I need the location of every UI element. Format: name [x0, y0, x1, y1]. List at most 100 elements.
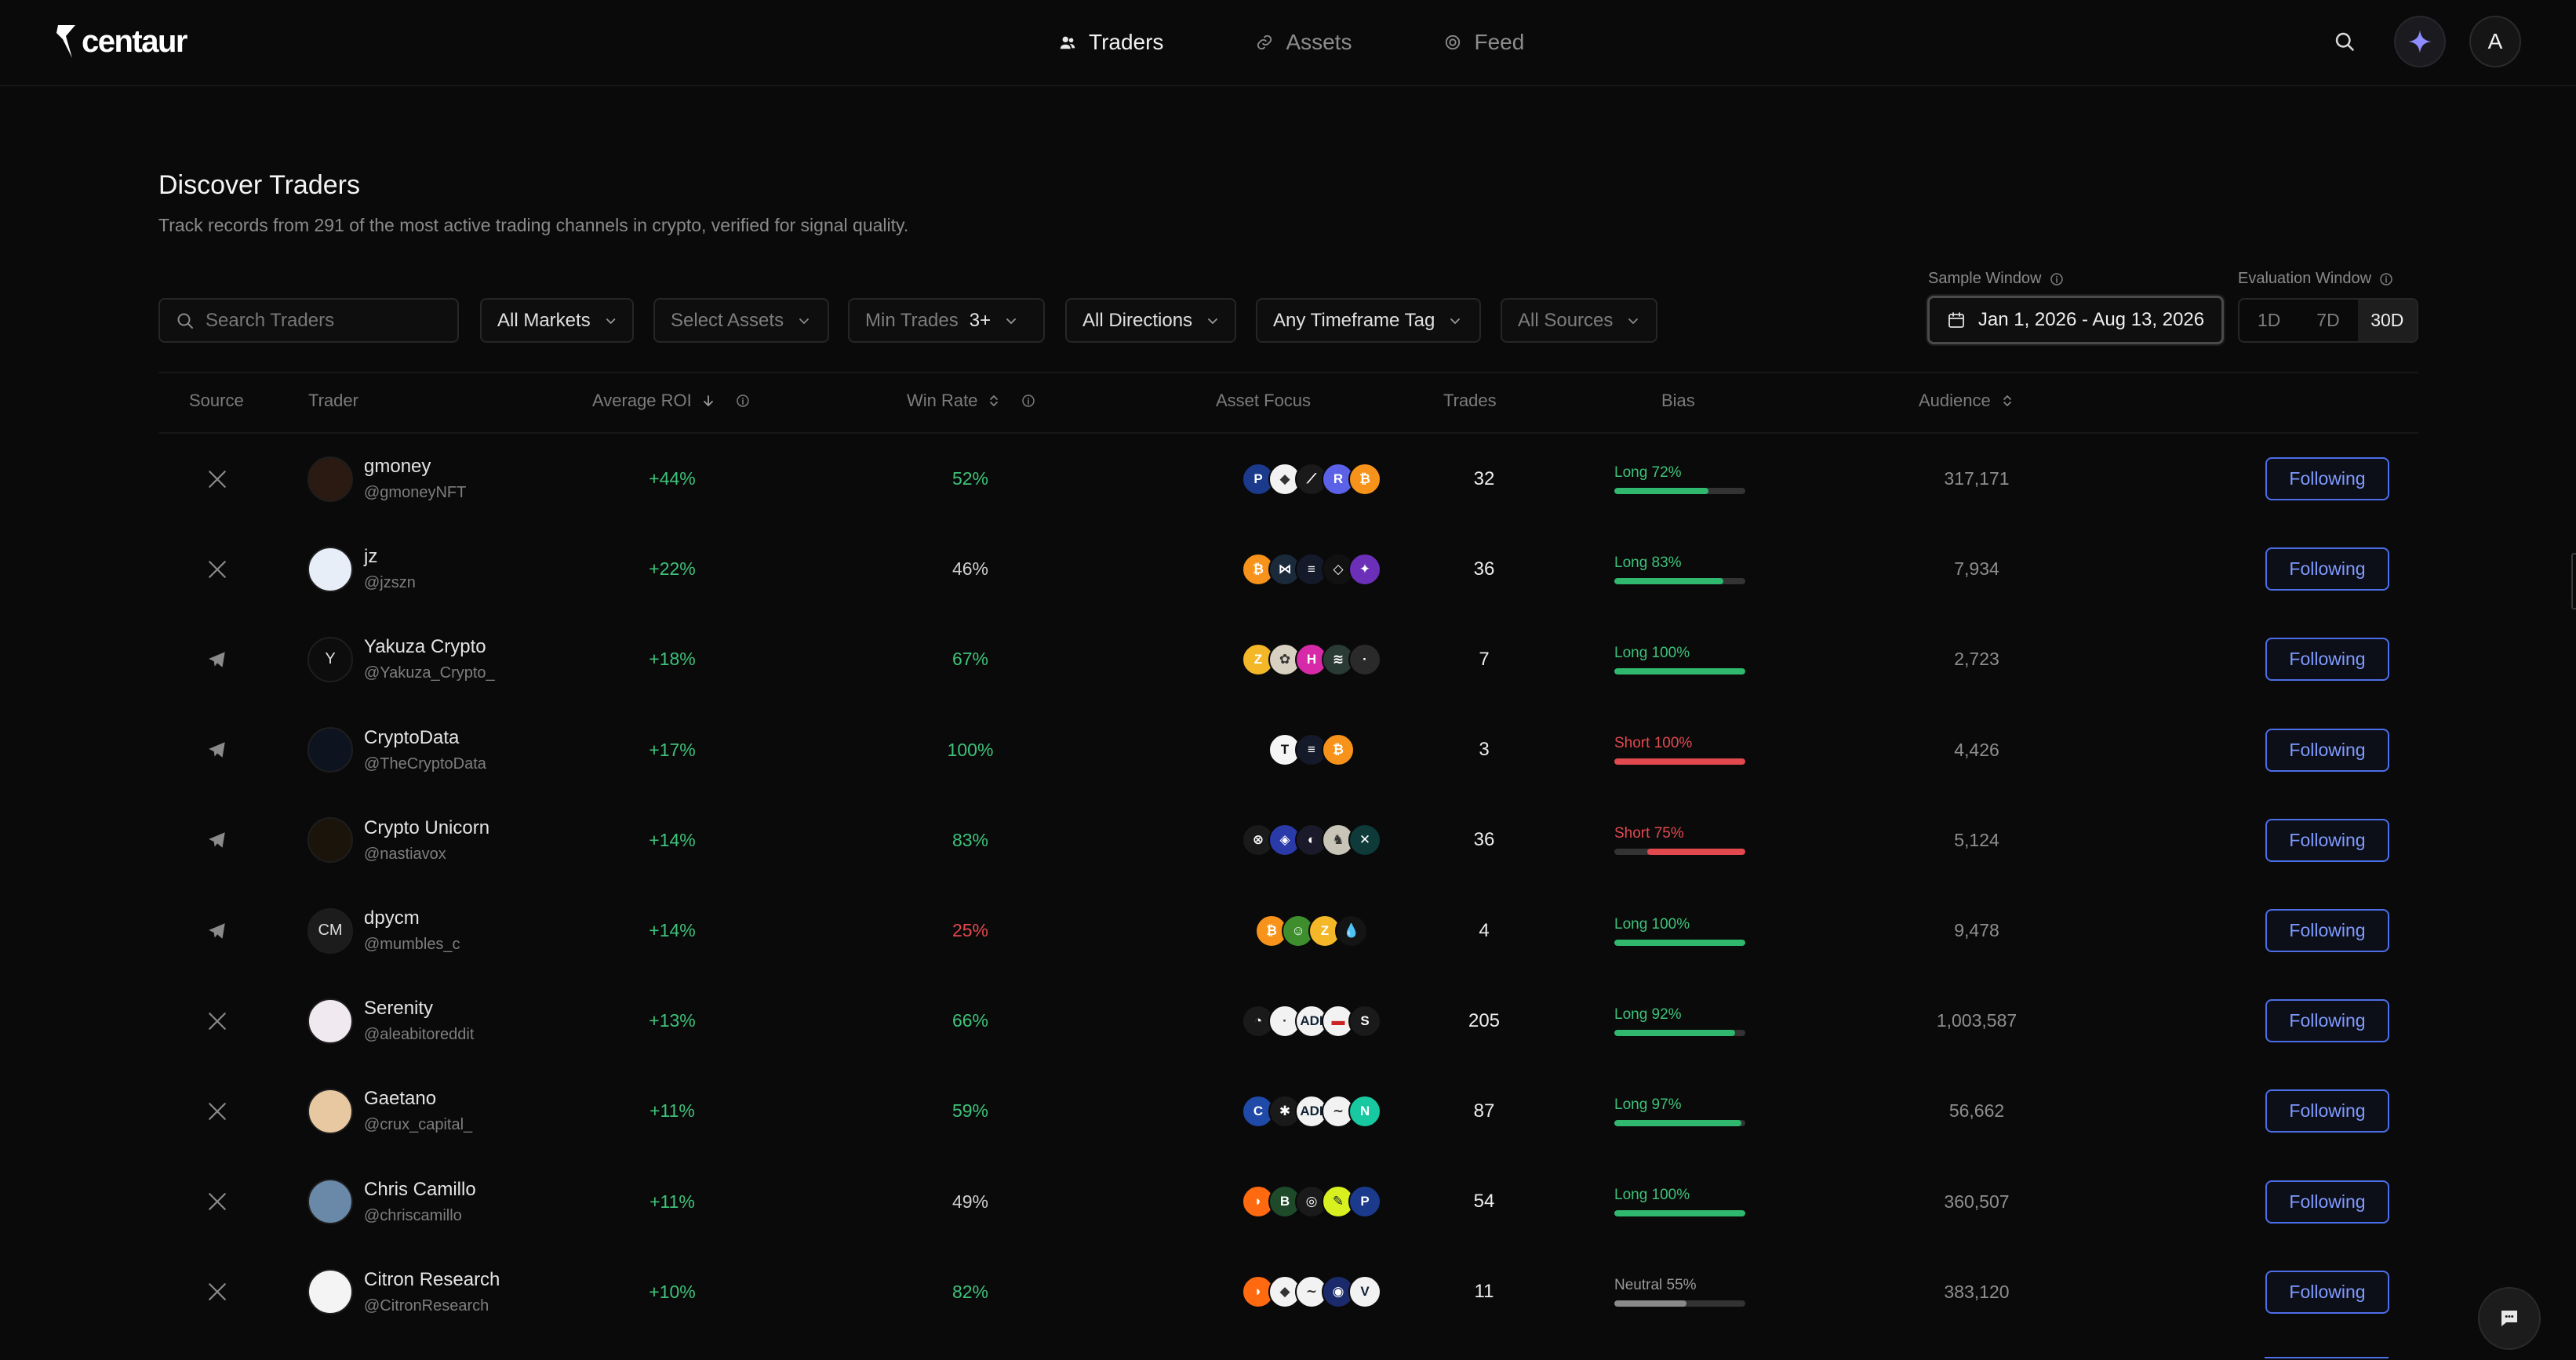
asset-coin-icon[interactable]: ·: [1348, 642, 1381, 676]
search-input[interactable]: Search Traders: [158, 298, 459, 343]
trader-avatar[interactable]: [307, 546, 353, 592]
search-button[interactable]: [2319, 16, 2370, 67]
sort-icon[interactable]: [2000, 394, 2014, 408]
trader-cell[interactable]: CM dpycm @mumbles_c: [307, 885, 590, 976]
table-row[interactable]: CM dpycm @mumbles_c +14% 25% ₿ ☺ Z 💧 4 Long 100% 9,…: [158, 885, 2418, 976]
following-button[interactable]: Following: [2265, 999, 2389, 1043]
date-range-picker[interactable]: Jan 1, 2026 - Aug 13, 2026: [1927, 296, 2224, 344]
asset-coin-icon[interactable]: V: [1348, 1275, 1381, 1309]
trader-name[interactable]: jz: [364, 546, 416, 568]
sort-icon[interactable]: [987, 394, 1001, 408]
table-row[interactable]: Crypto Unicorn @nastiavox +14% 83% ⊗ ◈ ◐ ♞ ✕ 36 Sh…: [158, 795, 2418, 885]
trader-avatar[interactable]: [307, 456, 353, 502]
min-trades-dropdown[interactable]: Min Trades 3+: [848, 298, 1045, 343]
sources-dropdown[interactable]: All Sources: [1501, 298, 1657, 343]
asset-coin-icon[interactable]: S: [1348, 1004, 1381, 1038]
asset-coin-icon[interactable]: 💧: [1335, 914, 1368, 947]
col-roi-header[interactable]: Average ROI: [592, 391, 750, 411]
trader-avatar[interactable]: [307, 817, 353, 864]
trader-cell[interactable]: Y Yakuza Crypto @Yakuza_Crypto_: [307, 614, 590, 704]
assets-dropdown[interactable]: Select Assets: [653, 298, 829, 343]
table-row[interactable]: CryptoData @TheCryptoData +17% 100% T ≡ ₿ 3 Shor…: [158, 705, 2418, 795]
following-button[interactable]: Following: [2265, 728, 2389, 772]
following-button-partial[interactable]: [2265, 1357, 2389, 1360]
asset-coin-icon[interactable]: ₿: [1348, 462, 1381, 496]
table-row[interactable]: Gaetano @crux_capital_ +11% 59% C ✱ ADI ∼ N 87 Lon…: [158, 1066, 2418, 1156]
source-cell: [158, 1157, 276, 1247]
trader-name[interactable]: dpycm: [364, 907, 460, 929]
info-icon[interactable]: [2379, 272, 2393, 286]
info-icon[interactable]: [736, 394, 750, 408]
trader-avatar-initials: Y: [325, 650, 336, 668]
trader-name[interactable]: Gaetano: [364, 1088, 472, 1110]
eval-30d-option[interactable]: 30D: [2357, 300, 2417, 341]
trader-name[interactable]: Chris Camillo: [364, 1179, 476, 1201]
trader-avatar[interactable]: CM: [307, 907, 353, 954]
trader-name[interactable]: CryptoData: [364, 727, 486, 749]
trader-cell[interactable]: jz @jzszn: [307, 524, 590, 614]
info-icon[interactable]: [2050, 272, 2064, 286]
trader-avatar[interactable]: Y: [307, 636, 353, 682]
tab-traders[interactable]: Traders: [1059, 24, 1163, 61]
asset-coin-glyph: ✦: [1359, 561, 1371, 576]
asset-coin-icon[interactable]: N: [1348, 1094, 1381, 1128]
asset-coin-icon[interactable]: ✕: [1348, 824, 1381, 857]
table-row[interactable]: Y Yakuza Crypto @Yakuza_Crypto_ +18% 67% Z ✿ H ≋…: [158, 614, 2418, 704]
trader-name[interactable]: Yakuza Crypto: [364, 636, 495, 658]
timeframe-dropdown[interactable]: Any Timeframe Tag: [1256, 298, 1481, 343]
trader-name[interactable]: Citron Research: [364, 1269, 500, 1291]
following-button[interactable]: Following: [2265, 1180, 2389, 1224]
col-audience-header[interactable]: Audience: [1919, 391, 2014, 411]
col-winrate-header[interactable]: Win Rate: [907, 391, 1035, 411]
chat-support-button[interactable]: [2478, 1287, 2541, 1350]
trader-cell[interactable]: gmoney @gmoneyNFT: [307, 434, 590, 524]
table-row[interactable]: Chris Camillo @chriscamillo +11% 49% ◗ B ◎ ✎ P 54…: [158, 1157, 2418, 1247]
tab-feed[interactable]: Feed: [1444, 24, 1524, 61]
markets-dropdown[interactable]: All Markets: [480, 298, 634, 343]
trader-cell[interactable]: Citron Research @CitronResearch: [307, 1247, 590, 1337]
trader-cell[interactable]: Gaetano @crux_capital_: [307, 1066, 590, 1156]
ai-assistant-button[interactable]: [2394, 16, 2446, 67]
x-icon: [209, 1012, 226, 1030]
side-panel-handle[interactable]: [2571, 553, 2576, 609]
trader-avatar[interactable]: [307, 1269, 353, 1315]
table-divider: [158, 372, 2418, 373]
trader-cell[interactable]: Serenity @aleabitoreddit: [307, 976, 590, 1066]
following-button[interactable]: Following: [2265, 457, 2389, 500]
following-button[interactable]: Following: [2265, 909, 2389, 952]
chevron-down-icon: [799, 318, 809, 324]
asset-coin-icon[interactable]: P: [1348, 1185, 1381, 1219]
directions-dropdown[interactable]: All Directions: [1065, 298, 1236, 343]
table-row[interactable]: jz @jzszn +22% 46% ₿ ⋈ ≡ ◇ ✦ 36 Long 83% 7,934 Follo…: [158, 524, 2418, 614]
table-row[interactable]: gmoney @gmoneyNFT +44% 52% P ◆ ⟋ R ₿ 32 Long 72% 31…: [158, 434, 2418, 524]
following-button[interactable]: Following: [2265, 1270, 2389, 1314]
user-avatar[interactable]: A: [2469, 16, 2521, 67]
trader-cell[interactable]: Chris Camillo @chriscamillo: [307, 1157, 590, 1247]
trader-cell[interactable]: Crypto Unicorn @nastiavox: [307, 795, 590, 885]
table-row[interactable]: Serenity @aleabitoreddit +13% 66% ◔ · ADI ▬ S 205…: [158, 976, 2418, 1066]
trader-cell[interactable]: CryptoData @TheCryptoData: [307, 705, 590, 795]
tab-feed-label: Feed: [1474, 30, 1525, 54]
trader-name[interactable]: Serenity: [364, 998, 474, 1020]
centaur-logo[interactable]: centaur: [55, 22, 188, 61]
markets-dropdown-label: All Markets: [497, 309, 591, 331]
eval-7d-option[interactable]: 7D: [2298, 300, 2357, 341]
asset-coin-icon[interactable]: ✦: [1348, 552, 1381, 586]
trader-avatar[interactable]: [307, 998, 353, 1044]
asset-coin-icon[interactable]: ₿: [1322, 733, 1355, 767]
following-button[interactable]: Following: [2265, 638, 2389, 682]
info-icon[interactable]: [1021, 394, 1035, 408]
trades-count: 7: [1479, 648, 1490, 670]
tab-assets[interactable]: Assets: [1256, 24, 1352, 61]
following-button[interactable]: Following: [2265, 1089, 2389, 1133]
eval-1d-option[interactable]: 1D: [2239, 300, 2298, 341]
trader-name[interactable]: Crypto Unicorn: [364, 817, 489, 839]
trader-avatar[interactable]: [307, 727, 353, 773]
table-row[interactable]: Citron Research @CitronResearch +10% 82% ◗ ◆ ∼…: [158, 1247, 2418, 1337]
sort-descending-icon[interactable]: [701, 394, 715, 408]
trader-avatar[interactable]: [307, 1179, 353, 1225]
following-button[interactable]: Following: [2265, 547, 2389, 591]
trader-name[interactable]: gmoney: [364, 456, 466, 478]
following-button[interactable]: Following: [2265, 818, 2389, 862]
trader-avatar[interactable]: [307, 1088, 353, 1134]
